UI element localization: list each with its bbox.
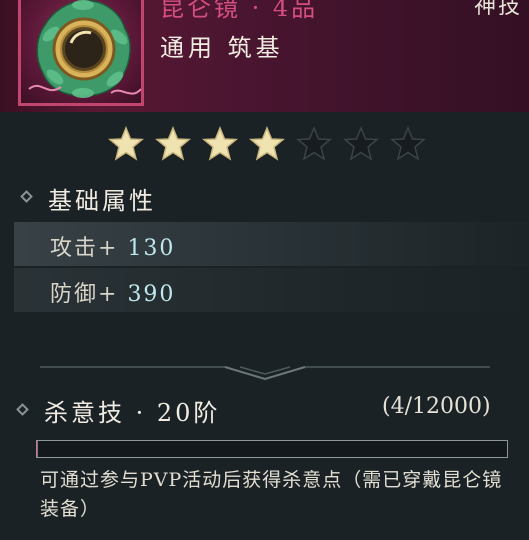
attribute-row: 防御+ 390 (14, 268, 529, 312)
skill-progress-text: (4/12000) (382, 394, 491, 419)
item-icon-frame[interactable] (18, 0, 144, 106)
attribute-value: 390 (127, 282, 176, 307)
star-filled-icon (108, 126, 144, 161)
star-empty-icon (390, 126, 426, 161)
skill-description: 可通过参与PVP活动后获得杀意点（需已穿戴昆仑镜装备） (40, 469, 503, 520)
star-empty-icon (296, 126, 332, 161)
base-attributes-title: 基础属性 (48, 187, 156, 215)
star-filled-icon (249, 126, 285, 161)
item-header: 昆仑镜 · 4品 神技 通用 筑基 (0, 0, 529, 112)
skill-progress-bar (36, 440, 508, 458)
star-filled-icon (202, 126, 238, 161)
section-divider (40, 366, 490, 381)
star-rating (108, 126, 437, 162)
attribute-label: 防御+ (50, 282, 119, 307)
attribute-row: 攻击+ 130 (14, 222, 529, 266)
skill-title: 杀意技 · 20阶 (44, 399, 221, 427)
star-empty-icon (343, 126, 379, 161)
attribute-label: 攻击+ (50, 236, 119, 261)
diamond-bullet-icon (20, 190, 33, 203)
item-name: 昆仑镜 · 4品 (160, 0, 319, 22)
diamond-bullet-icon (16, 403, 29, 416)
star-filled-icon (155, 126, 191, 161)
item-type: 通用 筑基 (160, 34, 284, 62)
kunlun-mirror-icon (28, 0, 141, 98)
item-corner-label: 神技 (474, 0, 523, 19)
attribute-value: 130 (127, 236, 176, 261)
